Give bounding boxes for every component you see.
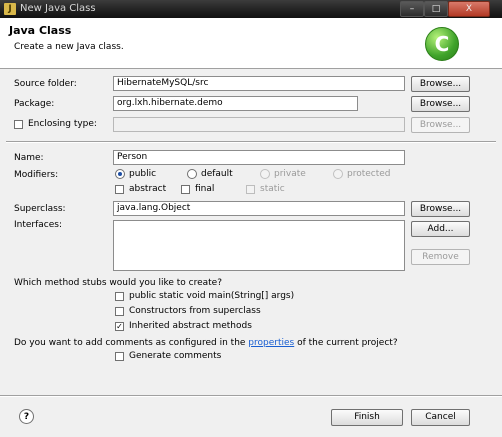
enclosing-type-input[interactable] <box>113 117 405 132</box>
modifier-final-checkbox[interactable] <box>181 185 190 194</box>
minimize-button[interactable]: – <box>400 1 424 17</box>
modifier-static-label: static <box>260 184 285 194</box>
enclosing-type-browse-button[interactable]: Browse... <box>411 117 470 133</box>
help-icon[interactable]: ? <box>19 409 34 424</box>
modifier-public-label: public <box>129 169 157 179</box>
superclass-browse-button[interactable]: Browse... <box>411 201 470 217</box>
interfaces-list[interactable] <box>113 220 405 271</box>
new-java-class-dialog: J New Java Class – □ X Java Class Create… <box>0 0 502 437</box>
modifier-final-label: final <box>195 184 215 194</box>
maximize-button[interactable]: □ <box>424 1 448 17</box>
page-description: Create a new Java class. <box>14 42 124 52</box>
source-folder-input[interactable]: HibernateMySQL/src <box>113 76 405 91</box>
package-input[interactable]: org.lxh.hibernate.demo <box>113 96 358 111</box>
inherited-abstract-methods-checkbox[interactable]: ✓ <box>115 322 124 331</box>
modifier-protected-radio[interactable] <box>333 169 343 179</box>
class-name-input[interactable]: Person <box>113 150 405 165</box>
title-bar[interactable]: J New Java Class – □ X <box>0 0 502 18</box>
footer-separator <box>0 395 502 397</box>
enclosing-type-checkbox[interactable] <box>14 120 23 129</box>
superclass-input[interactable]: java.lang.Object <box>113 201 405 216</box>
name-label: Name: <box>14 153 44 163</box>
header-banner: Java Class Create a new Java class. C <box>0 18 502 69</box>
constructors-checkbox[interactable] <box>115 307 124 316</box>
modifier-abstract-label: abstract <box>129 184 167 194</box>
method-stubs-question: Which method stubs would you like to cre… <box>14 278 222 288</box>
separator <box>6 141 496 143</box>
page-title: Java Class <box>9 24 72 37</box>
constructors-label: Constructors from superclass <box>129 306 261 316</box>
modifier-abstract-checkbox[interactable] <box>115 185 124 194</box>
comments-question-suffix: of the current project? <box>294 338 398 348</box>
window-title: New Java Class <box>20 3 96 14</box>
add-interface-button[interactable]: Add... <box>411 221 470 237</box>
modifier-default-label: default <box>201 169 233 179</box>
enclosing-type-label: Enclosing type: <box>28 119 97 129</box>
main-method-label: public static void main(String[] args) <box>129 291 295 301</box>
source-folder-browse-button[interactable]: Browse... <box>411 76 470 92</box>
modifier-private-radio[interactable] <box>260 169 270 179</box>
java-class-icon: J <box>4 3 16 15</box>
main-method-checkbox[interactable] <box>115 292 124 301</box>
source-folder-label: Source folder: <box>14 79 77 89</box>
modifier-protected-label: protected <box>347 169 391 179</box>
comments-question: Do you want to add comments as configure… <box>14 337 398 349</box>
interfaces-label: Interfaces: <box>14 220 63 230</box>
close-button[interactable]: X <box>448 1 490 17</box>
modifier-public-radio[interactable] <box>115 169 125 179</box>
modifiers-label: Modifiers: <box>14 170 59 180</box>
superclass-label: Superclass: <box>14 204 66 214</box>
comments-question-prefix: Do you want to add comments as configure… <box>14 338 249 348</box>
cancel-button[interactable]: Cancel <box>411 409 470 426</box>
remove-interface-button[interactable]: Remove <box>411 249 470 265</box>
modifier-private-label: private <box>274 169 306 179</box>
finish-button[interactable]: Finish <box>331 409 403 426</box>
package-browse-button[interactable]: Browse... <box>411 96 470 112</box>
generate-comments-label: Generate comments <box>129 351 222 361</box>
modifier-default-radio[interactable] <box>187 169 197 179</box>
generate-comments-checkbox[interactable] <box>115 352 124 361</box>
modifier-static-checkbox[interactable] <box>246 185 255 194</box>
package-label: Package: <box>14 99 55 109</box>
class-wizard-icon: C <box>425 27 459 61</box>
properties-link[interactable]: properties <box>248 338 294 348</box>
inherited-abstract-methods-label: Inherited abstract methods <box>129 321 252 331</box>
